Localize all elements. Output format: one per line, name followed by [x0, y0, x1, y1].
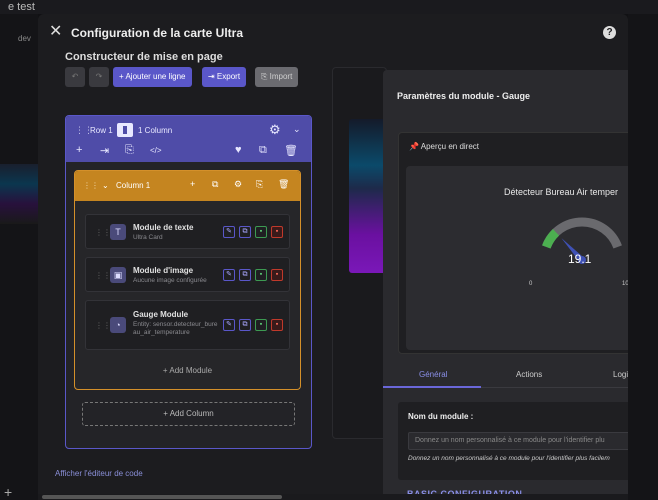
redo-button[interactable]: ↷: [89, 67, 109, 87]
builder-title: Constructeur de mise en page: [65, 51, 223, 63]
save-icon[interactable]: ▪: [255, 226, 267, 238]
settings-tabs: Général Actions Logi: [383, 364, 628, 388]
settings-title: Paramètres du module - Gauge: [397, 91, 531, 101]
save-icon[interactable]: ▪: [255, 319, 267, 331]
background-add-icon[interactable]: +: [4, 484, 12, 500]
scrollbar-thumb[interactable]: [42, 495, 282, 499]
gauge-card: Détecteur Bureau Air temper 19.1 0 100: [406, 166, 628, 350]
card-preview-panel: [332, 67, 388, 439]
delete-icon[interactable]: ▪: [271, 226, 283, 238]
module-name-section: Nom du module : Donnez un nom personnali…: [398, 402, 628, 480]
close-icon[interactable]: ✕: [49, 24, 63, 40]
edit-icon[interactable]: ✎: [223, 226, 235, 238]
heart-icon[interactable]: ♥: [235, 144, 242, 156]
gauge-fill: [542, 229, 560, 249]
gear-icon[interactable]: ⚙: [234, 179, 242, 190]
background-image-strip: [0, 164, 38, 224]
dialog-title: Configuration de la carte Ultra: [71, 26, 244, 40]
delete-icon[interactable]: ▪: [271, 269, 283, 281]
live-preview-text: Aperçu en direct: [420, 142, 480, 151]
tab-actions[interactable]: Actions: [516, 370, 542, 379]
module-name-input[interactable]: Donnez un nom personnalisé à ce module p…: [408, 432, 628, 450]
tab-general[interactable]: Général: [419, 370, 447, 379]
module-item[interactable]: ⋮⋮ ▣ Module d'image Aucune image configu…: [85, 257, 290, 292]
module-settings-panel: Paramètres du module - Gauge 📌 Aperçu en…: [383, 70, 628, 500]
duplicate-icon[interactable]: ⧉: [239, 269, 251, 281]
column-card: ⋮⋮ ⌄ Column 1 + ⧉ ⚙ ⎘ 🗑 ⋮⋮ T Module de t…: [74, 170, 301, 390]
module-name-label: Nom du module :: [408, 412, 474, 421]
duplicate-icon[interactable]: ⧉: [259, 144, 267, 157]
background-right-panel: [628, 14, 658, 500]
gear-icon[interactable]: ⚙: [269, 122, 281, 138]
module-title: Module de texte: [133, 223, 194, 232]
undo-button[interactable]: ↶: [65, 67, 85, 87]
image-module-icon: ▣: [110, 267, 126, 283]
module-title: Module d'image: [133, 266, 194, 275]
edit-icon[interactable]: ✎: [223, 269, 235, 281]
delete-icon[interactable]: 🗑: [278, 179, 289, 190]
gauge-min: 0: [529, 281, 533, 287]
active-tab-indicator: [383, 386, 481, 388]
pin-icon: 📌: [409, 142, 419, 151]
drag-handle-icon[interactable]: ⋮⋮: [83, 181, 99, 190]
gauge-title: Détecteur Bureau Air temper: [504, 187, 619, 197]
add-column-button[interactable]: + Add Column: [82, 402, 295, 426]
row-card: ⋮⋮ Row 1 1 Column ⚙ ⌄ + ⇥ ⎘ </> ♥ ⧉ 🗑 ⋮⋮…: [65, 115, 312, 449]
layout-builder: Constructeur de mise en page ↶ ↷ + Ajout…: [62, 51, 312, 491]
gauge-value: 19.1: [568, 252, 592, 266]
add-module-button[interactable]: + Add Module: [75, 366, 300, 375]
add-column-icon[interactable]: +: [76, 144, 82, 156]
tab-logic[interactable]: Logi: [613, 370, 628, 379]
module-subtitle: Ultra Card: [133, 234, 163, 241]
add-row-button[interactable]: + Ajouter une ligne: [113, 67, 192, 87]
drag-handle-icon[interactable]: ⋮⋮: [95, 271, 111, 280]
delete-icon[interactable]: ▪: [271, 319, 283, 331]
drag-handle-icon[interactable]: ⋮⋮: [95, 228, 111, 237]
duplicate-icon[interactable]: ⧉: [239, 226, 251, 238]
clipboard-icon[interactable]: ⎘: [125, 144, 134, 157]
background-tab-label: e test: [8, 1, 35, 13]
drag-handle-icon[interactable]: ⋮⋮: [95, 321, 111, 330]
background-side-label: dev: [18, 34, 31, 43]
duplicate-icon[interactable]: ⧉: [239, 319, 251, 331]
module-item[interactable]: ⋮⋮ ◔ Gauge Module Entity: sensor.detecte…: [85, 300, 290, 350]
save-icon[interactable]: ▪: [255, 269, 267, 281]
add-icon[interactable]: +: [190, 179, 195, 189]
module-item[interactable]: ⋮⋮ T Module de texte Ultra Card ✎ ⧉ ▪ ▪: [85, 214, 290, 249]
edit-icon[interactable]: ✎: [223, 319, 235, 331]
column-label: Column 1: [116, 181, 151, 190]
column-header[interactable]: ⋮⋮ ⌄ Column 1 + ⧉ ⚙ ⎘ 🗑: [75, 171, 300, 201]
row-column-count: 1 Column: [138, 126, 173, 135]
dialog-header: ✕ Configuration de la carte Ultra ?: [38, 14, 628, 52]
export-button[interactable]: ⇥ Export: [202, 67, 247, 87]
text-module-icon: T: [110, 224, 126, 240]
live-preview-label[interactable]: 📌 Aperçu en direct: [409, 142, 479, 151]
module-subtitle: Aucune image configurée: [133, 277, 207, 284]
column-layout-icon[interactable]: [117, 123, 133, 137]
duplicate-icon[interactable]: ⧉: [212, 179, 218, 190]
ultra-card-config-dialog: ✕ Configuration de la carte Ultra ? Cons…: [38, 14, 628, 500]
show-code-editor-link[interactable]: Afficher l'éditeur de code: [55, 469, 143, 478]
chevron-down-icon[interactable]: ⌄: [102, 181, 109, 190]
gauge-max: 100: [622, 281, 628, 287]
gauge-dial: [542, 217, 622, 264]
clipboard-icon[interactable]: ⎘: [256, 179, 263, 190]
move-icon[interactable]: ⇥: [100, 144, 109, 157]
background-left-panel: dev +: [0, 14, 38, 500]
horizontal-scrollbar[interactable]: [38, 494, 628, 500]
help-icon[interactable]: ?: [603, 26, 616, 39]
code-icon[interactable]: </>: [150, 146, 162, 155]
delete-icon[interactable]: 🗑: [284, 144, 298, 157]
row-header[interactable]: ⋮⋮ Row 1 1 Column ⚙ ⌄ + ⇥ ⎘ </> ♥ ⧉ 🗑: [66, 116, 311, 162]
background-header: e test: [0, 0, 658, 14]
row-label: Row 1: [90, 126, 113, 135]
module-name-help: Donnez un nom personnalisé à ce module p…: [408, 455, 610, 462]
module-title: Gauge Module: [133, 310, 189, 319]
module-subtitle: Entity: sensor.detecteur_bureau_air_temp…: [133, 321, 218, 336]
import-button[interactable]: ⎘ Import: [255, 67, 299, 87]
live-preview: 📌 Aperçu en direct Détecteur Bureau Air …: [398, 132, 628, 354]
gauge-module-icon: ◔: [110, 317, 126, 333]
chevron-down-icon[interactable]: ⌄: [293, 124, 301, 135]
